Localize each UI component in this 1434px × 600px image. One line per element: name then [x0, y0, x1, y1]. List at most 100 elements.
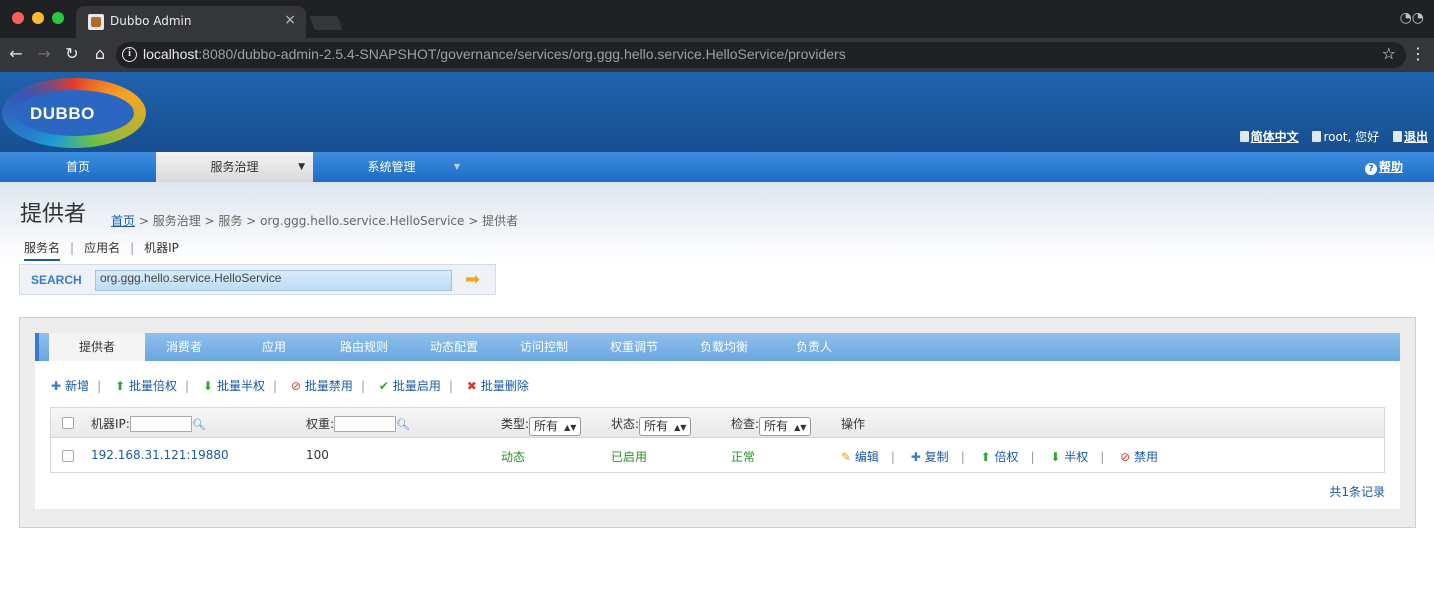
nav-governance[interactable]: 服务治理 ▼ [156, 152, 313, 182]
search-tab-service[interactable]: 服务名 [24, 239, 61, 261]
provider-weight: 100 [306, 448, 329, 462]
search-input[interactable]: org.ggg.hello.service.HelloService [95, 270, 452, 291]
nav-help[interactable]: ? 帮助 [1354, 152, 1414, 182]
breadcrumb-path: > 服务治理 > 服务 > org.ggg.hello.service.Hell… [135, 214, 519, 228]
forward-arrow-icon[interactable]: → [34, 44, 54, 63]
batch-double-weight-button[interactable]: ⬆ 批量倍权 [115, 377, 177, 394]
search-go-arrow-icon[interactable]: ➡ [465, 271, 487, 289]
app-header: DUBBO 简体中文 root, 您好 退出 [0, 72, 1434, 152]
plus-icon: ✚ [51, 379, 62, 393]
add-button[interactable]: ✚ 新增 [51, 377, 89, 394]
check-icon: ✔ [378, 379, 389, 393]
action-bar: ✚ 新增 | ⬆ 批量倍权 | ⬇ 批量半权 | ⊘ 批量禁用 | ✔ 批量启用 | ✖ 批量删除 [51, 377, 529, 394]
ip-filter: 机器IP: 🔍︎ [91, 416, 206, 432]
select-all-checkbox[interactable] [62, 417, 74, 429]
batch-half-weight-button[interactable]: ⬇ 批量半权 [203, 377, 265, 394]
status-filter: 状态: 所有 ▲▼ [611, 415, 692, 436]
row-checkbox[interactable] [62, 450, 74, 462]
user-greeting: root, 您好 [1312, 130, 1379, 144]
info-icon[interactable]: i [122, 47, 137, 62]
row-operations: ✎ 编辑 | ✚ 复制 | ⬆ 倍权 | ⬇ 半权 | ⊘ 禁用 [841, 450, 1159, 464]
help-icon: ? [1364, 163, 1377, 175]
logout-link[interactable]: 退出 [1392, 130, 1428, 144]
search-box: SEARCH org.ggg.hello.service.HelloServic… [19, 264, 496, 295]
tab-owners[interactable]: 负责人 [769, 333, 859, 361]
status-select[interactable]: 所有 ▲▼ [639, 417, 692, 436]
up-arrow-icon: ⬆ [980, 450, 991, 464]
search-label: SEARCH [31, 273, 82, 287]
batch-enable-button[interactable]: ✔ 批量启用 [379, 377, 441, 394]
new-tab-button[interactable] [309, 16, 343, 30]
logout-icon [1392, 131, 1402, 142]
tab-applications[interactable]: 应用 [229, 333, 319, 361]
type-select[interactable]: 所有 ▲▼ [529, 417, 582, 436]
nav-system[interactable]: 系统管理 ▼ [313, 152, 470, 182]
type-filter: 类型: 所有 ▲▼ [501, 415, 582, 436]
bookmark-star-icon[interactable]: ☆ [1382, 44, 1396, 63]
delete-x-icon: ✖ [466, 379, 477, 393]
check-filter: 检查: 所有 ▲▼ [731, 415, 812, 436]
language-link[interactable]: 简体中文 [1239, 130, 1299, 144]
provider-type: 动态 [501, 450, 526, 464]
half-weight-button[interactable]: ⬇ 半权 [1050, 450, 1088, 464]
batch-delete-button[interactable]: ✖ 批量删除 [467, 377, 529, 394]
tab-close-icon[interactable]: × [284, 12, 296, 28]
close-window-button[interactable] [12, 12, 24, 24]
breadcrumb: 首页 > 服务治理 > 服务 > org.ggg.hello.service.H… [111, 212, 518, 229]
copy-button[interactable]: ✚ 复制 [911, 450, 949, 464]
provider-ip-link[interactable]: 192.168.31.121:19880 [91, 448, 229, 462]
providers-table: 机器IP: 🔍︎ 权重: 🔍︎ 类型: 所有 ▲▼ 状态: 所有 ▲▼ 检查: 所有 ▲▼ 操作… [50, 407, 1385, 473]
home-icon[interactable]: ⌂ [90, 44, 110, 63]
tab-consumers[interactable]: 消费者 [139, 333, 229, 361]
pencil-icon: ✎ [841, 450, 852, 464]
edit-button[interactable]: ✎ 编辑 [841, 450, 879, 464]
tab-routes[interactable]: 路由规则 [319, 333, 409, 361]
forbidden-icon: ⊘ [290, 379, 301, 393]
tab-dynamic-config[interactable]: 动态配置 [409, 333, 499, 361]
check-select[interactable]: 所有 ▲▼ [759, 417, 812, 436]
table-header: 机器IP: 🔍︎ 权重: 🔍︎ 类型: 所有 ▲▼ 状态: 所有 ▲▼ 检查: 所有 ▲▼ 操作 [51, 408, 1384, 438]
reload-icon[interactable]: ↻ [62, 44, 82, 63]
nav-system-label: 系统管理 [367, 160, 416, 174]
disable-button[interactable]: ⊘ 禁用 [1120, 450, 1158, 464]
maximize-window-button[interactable] [52, 12, 64, 24]
ip-filter-input[interactable] [129, 416, 192, 432]
nav-governance-label: 服务治理 [210, 160, 259, 174]
weight-filter-input[interactable] [334, 416, 397, 432]
double-weight-button[interactable]: ⬆ 倍权 [981, 450, 1019, 464]
incognito-icon: ◔◔ [1399, 10, 1424, 26]
ops-header: 操作 [841, 417, 866, 431]
main-nav: 首页 服务治理 ▼ 系统管理 ▼ ? 帮助 [0, 152, 1434, 182]
browser-titlebar: Dubbo Admin × ◔◔ [0, 0, 1434, 38]
browser-tab[interactable]: Dubbo Admin × [76, 6, 306, 38]
up-arrow-icon: ⬆ [114, 379, 126, 393]
logo-text: DUBBO [30, 104, 95, 123]
breadcrumb-home-link[interactable]: 首页 [111, 214, 135, 228]
browser-menu-icon[interactable]: ⋮ [1410, 44, 1426, 63]
nav-help-label: 帮助 [1378, 160, 1403, 174]
tab-providers[interactable]: 提供者 [49, 333, 145, 361]
service-tabs: 提供者 消费者 应用 路由规则 动态配置 访问控制 权重调节 负载均衡 负责人 [35, 333, 1400, 361]
down-arrow-icon: ⬇ [1050, 450, 1061, 464]
back-arrow-icon[interactable]: ← [6, 44, 26, 63]
batch-disable-button[interactable]: ⊘ 批量禁用 [291, 377, 353, 394]
minimize-window-button[interactable] [32, 12, 44, 24]
search-icon[interactable]: 🔍︎ [396, 418, 410, 431]
provider-status: 已启用 [611, 450, 648, 464]
search-tab-app[interactable]: 应用名 [84, 239, 120, 256]
tab-access-control[interactable]: 访问控制 [499, 333, 589, 361]
search-tab-ip[interactable]: 机器IP [144, 239, 179, 256]
tab-weights[interactable]: 权重调节 [589, 333, 679, 361]
record-count: 共1条记录 [1329, 485, 1385, 499]
tab-load-balance[interactable]: 负载均衡 [679, 333, 769, 361]
weight-filter: 权重: 🔍︎ [306, 416, 411, 432]
panel-inner: 提供者 消费者 应用 路由规则 动态配置 访问控制 权重调节 负载均衡 负责人 … [35, 333, 1400, 509]
dubbo-logo[interactable]: DUBBO [2, 78, 146, 148]
forbidden-icon: ⊘ [1120, 450, 1131, 464]
address-bar[interactable]: i localhost:8080/dubbo-admin-2.5.4-SNAPS… [116, 42, 1406, 68]
tab-title: Dubbo Admin [110, 14, 192, 28]
down-arrow-icon: ⬇ [202, 379, 213, 393]
url-text[interactable]: localhost:8080/dubbo-admin-2.5.4-SNAPSHO… [143, 46, 846, 62]
search-icon[interactable]: 🔍︎ [192, 418, 206, 431]
nav-home[interactable]: 首页 [0, 152, 156, 182]
